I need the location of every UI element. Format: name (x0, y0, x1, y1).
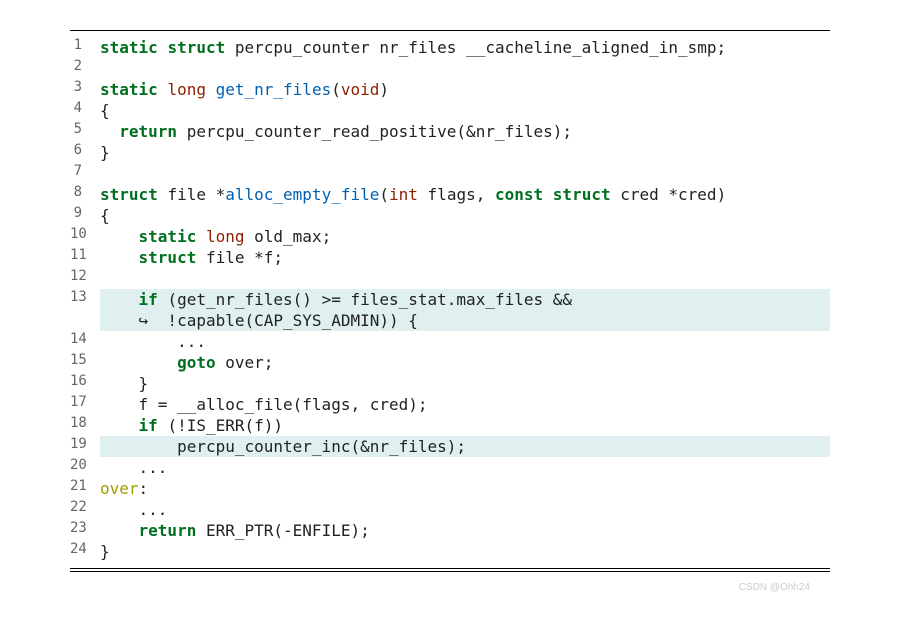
line-number: 22 (70, 499, 100, 515)
code-line: ↪ !capable(CAP_SYS_ADMIN)) { (70, 310, 830, 331)
line-number: 24 (70, 541, 100, 557)
line-content: } (100, 142, 830, 163)
code-line: 19 percpu_counter_inc(&nr_files); (70, 436, 830, 457)
code-lines-container: 1static struct percpu_counter nr_files _… (70, 37, 830, 562)
line-number: 6 (70, 142, 100, 158)
line-content: goto over; (100, 352, 830, 373)
line-content: static struct percpu_counter nr_files __… (100, 37, 830, 58)
line-content: { (100, 100, 830, 121)
code-line: 24} (70, 541, 830, 562)
code-line: 13 if (get_nr_files() >= files_stat.max_… (70, 289, 830, 310)
line-content: { (100, 205, 830, 226)
line-content: struct file *f; (100, 247, 830, 268)
code-line: 9{ (70, 205, 830, 226)
code-line: 10 static long old_max; (70, 226, 830, 247)
line-number: 5 (70, 121, 100, 137)
line-content: over: (100, 478, 830, 499)
line-content: ↪ !capable(CAP_SYS_ADMIN)) { (100, 310, 830, 331)
code-line: 2 (70, 58, 830, 79)
line-number: 3 (70, 79, 100, 95)
line-number: 11 (70, 247, 100, 263)
code-line: 4{ (70, 100, 830, 121)
line-number: 9 (70, 205, 100, 221)
code-line: 7 (70, 163, 830, 184)
code-line: 23 return ERR_PTR(-ENFILE); (70, 520, 830, 541)
line-number: 23 (70, 520, 100, 536)
line-number: 20 (70, 457, 100, 473)
line-number: 1 (70, 37, 100, 53)
line-content: percpu_counter_inc(&nr_files); (100, 436, 830, 457)
line-number: 12 (70, 268, 100, 284)
line-number: 4 (70, 100, 100, 116)
code-line: 17 f = __alloc_file(flags, cred); (70, 394, 830, 415)
code-line: 15 goto over; (70, 352, 830, 373)
line-number: 15 (70, 352, 100, 368)
line-number: 14 (70, 331, 100, 347)
line-content: ... (100, 457, 830, 478)
line-content: return ERR_PTR(-ENFILE); (100, 520, 830, 541)
code-line: 21over: (70, 478, 830, 499)
line-content: static long old_max; (100, 226, 830, 247)
line-number: 16 (70, 373, 100, 389)
line-content: ... (100, 331, 830, 352)
line-content: return percpu_counter_read_positive(&nr_… (100, 121, 830, 142)
line-number: 7 (70, 163, 100, 179)
line-content: static long get_nr_files(void) (100, 79, 830, 100)
code-block: 1static struct percpu_counter nr_files _… (70, 30, 830, 569)
line-content: } (100, 373, 830, 394)
line-content: } (100, 541, 830, 562)
line-content: struct file *alloc_empty_file(int flags,… (100, 184, 830, 205)
line-content: ... (100, 499, 830, 520)
line-content: if (get_nr_files() >= files_stat.max_fil… (100, 289, 830, 310)
bottom-rule (70, 571, 830, 572)
line-number: 17 (70, 394, 100, 410)
code-line: 5 return percpu_counter_read_positive(&n… (70, 121, 830, 142)
code-line: 8struct file *alloc_empty_file(int flags… (70, 184, 830, 205)
line-number: 18 (70, 415, 100, 431)
line-number: 8 (70, 184, 100, 200)
code-line: 16 } (70, 373, 830, 394)
line-number: 19 (70, 436, 100, 452)
code-line: 20 ... (70, 457, 830, 478)
code-line: 22 ... (70, 499, 830, 520)
code-line: 18 if (!IS_ERR(f)) (70, 415, 830, 436)
line-number: 21 (70, 478, 100, 494)
line-content: if (!IS_ERR(f)) (100, 415, 830, 436)
line-content: f = __alloc_file(flags, cred); (100, 394, 830, 415)
line-number: 13 (70, 289, 100, 305)
code-line: 3static long get_nr_files(void) (70, 79, 830, 100)
code-line: 11 struct file *f; (70, 247, 830, 268)
line-number: 10 (70, 226, 100, 242)
code-line: 12 (70, 268, 830, 289)
code-line: 6} (70, 142, 830, 163)
line-number: 2 (70, 58, 100, 74)
watermark: CSDN @Ohh24 (70, 582, 830, 593)
code-line: 14 ... (70, 331, 830, 352)
code-line: 1static struct percpu_counter nr_files _… (70, 37, 830, 58)
